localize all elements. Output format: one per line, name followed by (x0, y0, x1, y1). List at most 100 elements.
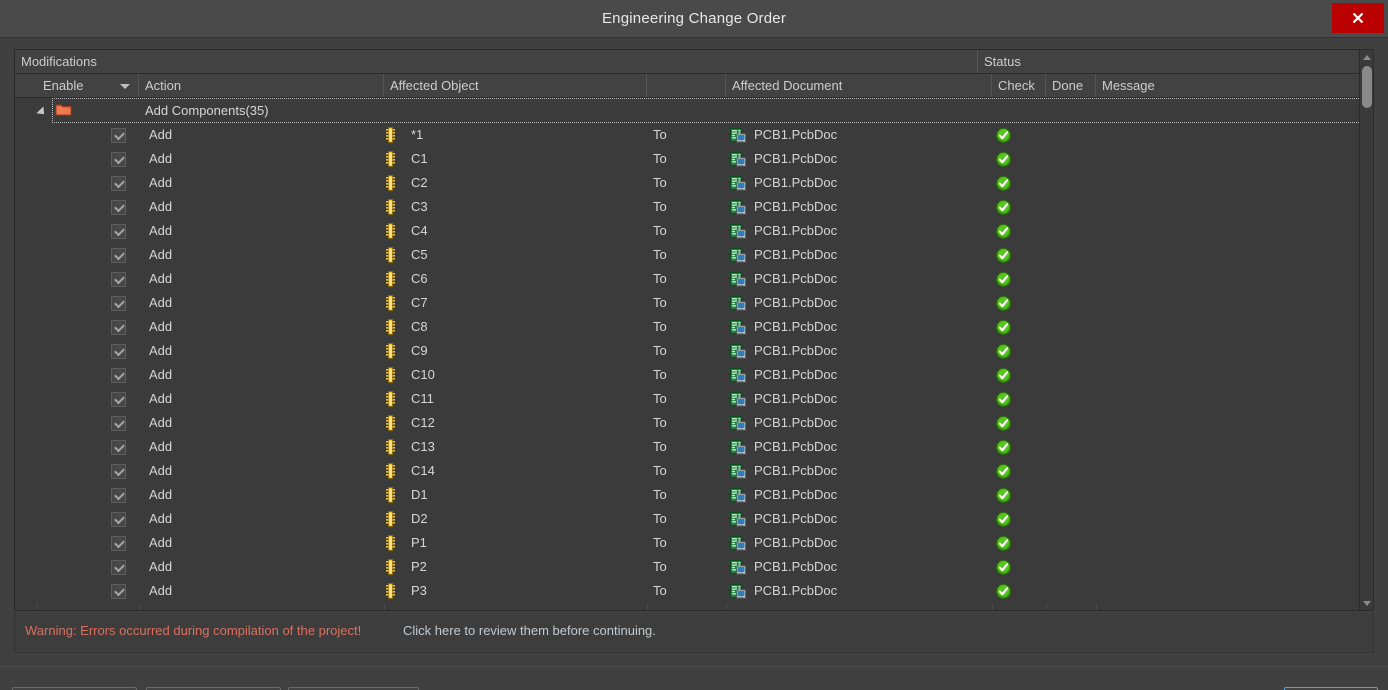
table-row[interactable]: Add C6 To PCB1.PcbDoc (15, 267, 1361, 291)
table-row[interactable]: Add P3 To PCB1.PcbDoc (15, 579, 1361, 603)
row-enable-checkbox[interactable] (111, 439, 126, 455)
table-row[interactable]: Add P1 To PCB1.PcbDoc (15, 531, 1361, 555)
pcb-document-icon (730, 152, 746, 167)
row-enable-checkbox[interactable] (111, 127, 126, 143)
row-action: Add (149, 535, 173, 550)
table-row[interactable]: Add C2 To PCB1.PcbDoc (15, 171, 1361, 195)
column-header-check[interactable]: Check (992, 74, 1046, 97)
pcb-document-icon (730, 392, 746, 407)
table-row[interactable]: Add *1 To PCB1.PcbDoc (15, 123, 1361, 147)
table-row[interactable]: Add C8 To PCB1.PcbDoc (15, 315, 1361, 339)
row-enable-checkbox[interactable] (111, 343, 126, 359)
row-check-status (996, 199, 1011, 215)
column-header-done[interactable]: Done (1046, 74, 1096, 97)
row-affected-document: PCB1.PcbDoc (754, 295, 838, 310)
row-to-label: To (653, 559, 667, 574)
row-enable-checkbox[interactable] (111, 535, 126, 551)
row-enable-checkbox[interactable] (111, 415, 126, 431)
row-enable-checkbox[interactable] (111, 319, 126, 335)
row-affected-document: PCB1.PcbDoc (754, 487, 838, 502)
pcb-document-icon (730, 464, 746, 479)
pcb-document-icon (730, 367, 746, 383)
row-action: Add (149, 391, 173, 406)
component-icon (386, 415, 395, 431)
row-enable-checkbox[interactable] (111, 271, 126, 287)
row-enable-checkbox[interactable] (111, 151, 126, 167)
row-enable-checkbox[interactable] (111, 511, 126, 527)
grid-rows[interactable]: Add Components(35) Add *1 To PCB1.PcbDoc Add… (15, 98, 1361, 610)
table-row[interactable]: Add C14 To PCB1.PcbDoc (15, 459, 1361, 483)
row-enable-checkbox[interactable] (111, 175, 126, 191)
row-enable-checkbox[interactable] (111, 463, 126, 479)
column-header-action[interactable]: Action (139, 74, 384, 97)
row-action: Add (149, 559, 173, 574)
component-icon (386, 199, 395, 215)
group-row-selection-outline (52, 98, 1361, 123)
table-row[interactable]: Add C5 To PCB1.PcbDoc (15, 243, 1361, 267)
row-check-status (996, 391, 1011, 407)
green-check-icon (996, 176, 1011, 191)
pcb-document-icon (730, 176, 746, 191)
row-to-label: To (653, 439, 667, 454)
row-enable-checkbox[interactable] (111, 367, 126, 383)
table-row[interactable]: Add C4 To PCB1.PcbDoc (15, 219, 1361, 243)
group-row-add-components[interactable]: Add Components(35) (15, 98, 1361, 123)
row-enable-checkbox[interactable] (111, 487, 126, 503)
grid-vertical-scrollbar[interactable] (1359, 50, 1373, 610)
scrollbar-thumb[interactable] (1362, 66, 1372, 108)
scroll-down-arrow-icon[interactable] (1360, 596, 1373, 610)
warning-review-link[interactable]: Click here to review them before continu… (403, 623, 656, 638)
table-row[interactable]: Add C7 To PCB1.PcbDoc (15, 291, 1361, 315)
table-row[interactable]: Add P2 To PCB1.PcbDoc (15, 555, 1361, 579)
green-check-icon (996, 584, 1011, 599)
table-row[interactable]: Add D2 To PCB1.PcbDoc (15, 507, 1361, 531)
column-header-blank[interactable] (647, 74, 726, 97)
row-enable-checkbox[interactable] (111, 583, 126, 599)
row-affected-object: D1 (411, 487, 428, 502)
table-row[interactable]: Add C12 To PCB1.PcbDoc (15, 411, 1361, 435)
table-row[interactable]: Add C1 To PCB1.PcbDoc (15, 147, 1361, 171)
row-enable-checkbox[interactable] (111, 391, 126, 407)
pcb-document-icon (730, 296, 746, 311)
component-icon (386, 319, 395, 335)
component-icon (386, 511, 395, 527)
row-affected-object: C14 (411, 463, 435, 478)
column-header-affected-document[interactable]: Affected Document (726, 74, 992, 97)
row-check-status (996, 175, 1011, 191)
pcb-document-icon (730, 127, 746, 143)
table-row[interactable]: Add C10 To PCB1.PcbDoc (15, 363, 1361, 387)
row-affected-object: C10 (411, 367, 435, 382)
column-header-enable[interactable]: Enable (37, 74, 139, 97)
column-header-message[interactable]: Message (1096, 74, 1361, 97)
row-enable-checkbox[interactable] (111, 223, 126, 239)
row-to-label: To (653, 247, 667, 262)
row-action: Add (149, 463, 173, 478)
row-enable-checkbox[interactable] (111, 247, 126, 263)
band-header-status: Status (984, 54, 1021, 69)
row-enable-checkbox[interactable] (111, 199, 126, 215)
table-row[interactable]: Add C9 To PCB1.PcbDoc (15, 339, 1361, 363)
table-row[interactable]: Add C3 To PCB1.PcbDoc (15, 195, 1361, 219)
row-affected-object: C5 (411, 247, 428, 262)
dialog-body: Modifications Status Enable Action Affec… (0, 38, 1388, 690)
component-icon (386, 295, 395, 311)
table-row[interactable]: Add D1 To PCB1.PcbDoc (15, 483, 1361, 507)
component-icon (386, 319, 395, 335)
row-check-status (996, 511, 1011, 527)
pcb-document-icon (730, 560, 746, 575)
row-to-label: To (653, 367, 667, 382)
column-header-affected-object[interactable]: Affected Object (384, 74, 647, 97)
row-check-status (996, 295, 1011, 311)
pcb-document-icon (730, 344, 746, 359)
pcb-document-icon (730, 320, 746, 335)
row-enable-checkbox[interactable] (111, 559, 126, 575)
window-close-button[interactable] (1332, 3, 1384, 33)
row-affected-document: PCB1.PcbDoc (754, 175, 838, 190)
component-icon (386, 127, 395, 143)
green-check-icon (996, 152, 1011, 167)
expander-icon[interactable] (36, 106, 48, 118)
table-row[interactable]: Add C13 To PCB1.PcbDoc (15, 435, 1361, 459)
table-row[interactable]: Add C11 To PCB1.PcbDoc (15, 387, 1361, 411)
row-enable-checkbox[interactable] (111, 295, 126, 311)
scroll-up-arrow-icon[interactable] (1360, 50, 1373, 64)
